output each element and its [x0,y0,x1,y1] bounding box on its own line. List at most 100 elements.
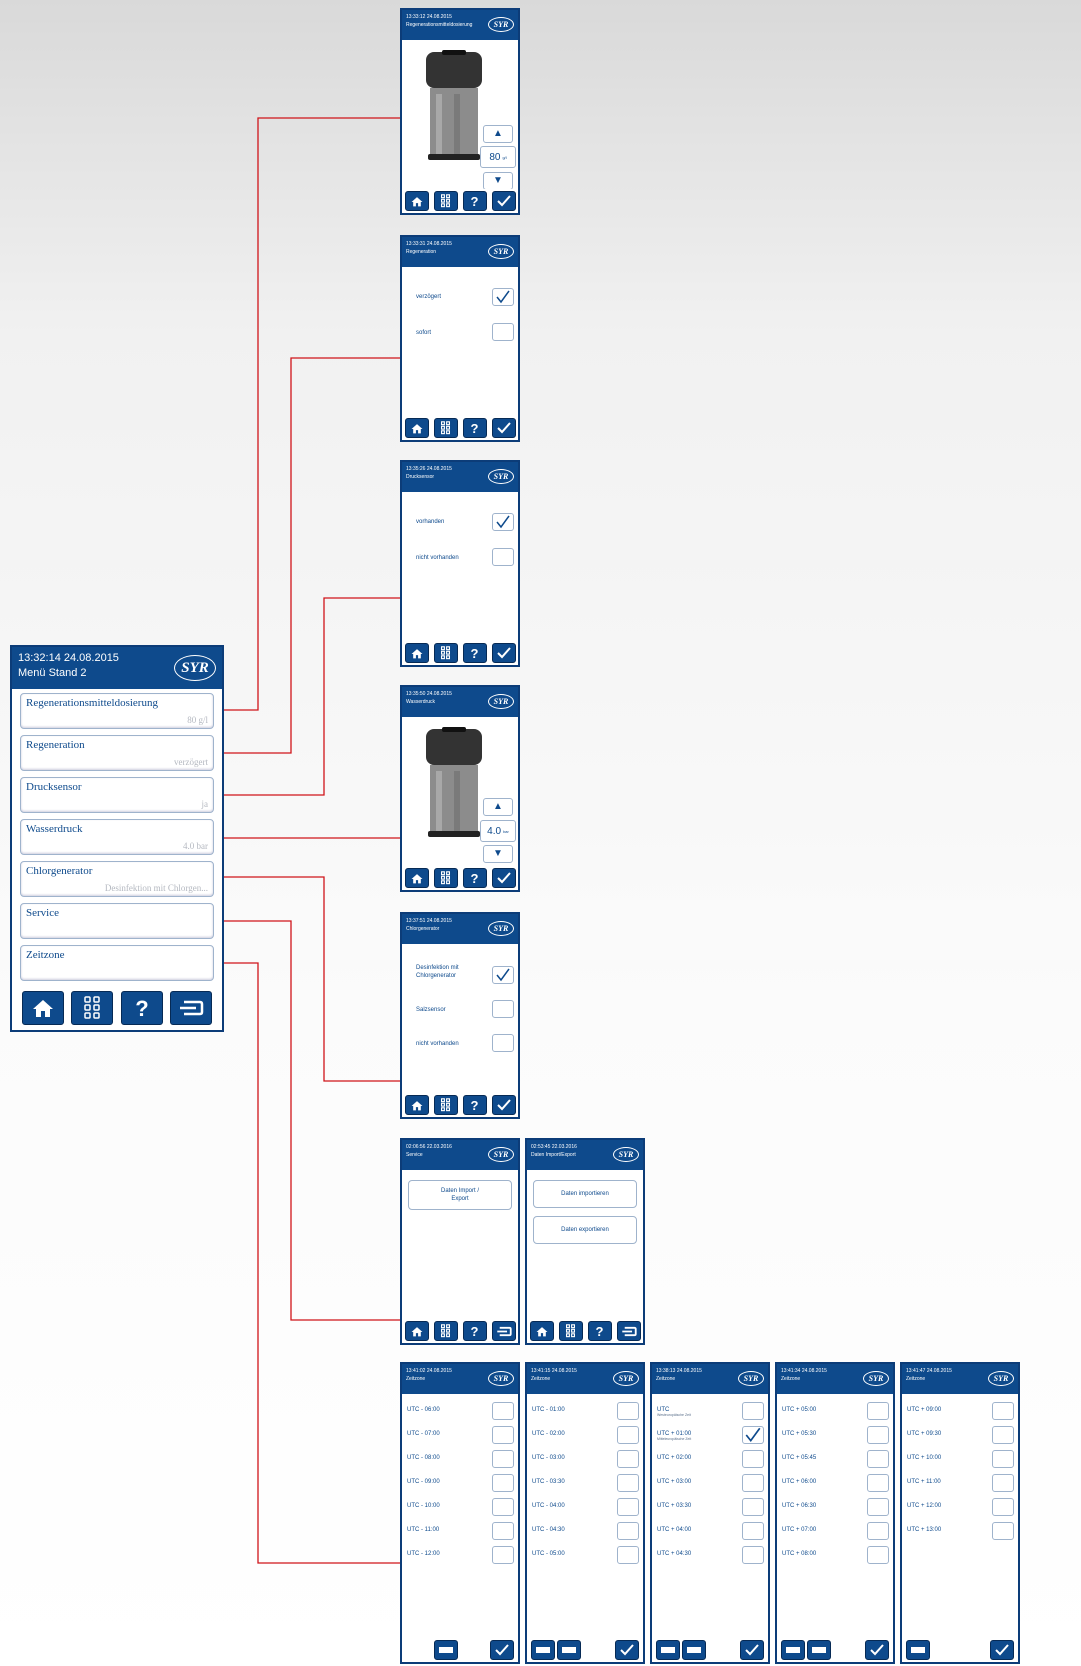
next-page-button[interactable] [807,1640,831,1660]
confirm-button[interactable] [491,643,516,663]
timezone-checkbox[interactable] [742,1498,764,1516]
timezone-checkbox[interactable] [492,1474,514,1492]
timezone-checkbox[interactable] [492,1522,514,1540]
timezone-checkbox[interactable] [867,1450,889,1468]
help-button[interactable]: ? [120,991,163,1025]
help-button[interactable]: ? [462,418,487,438]
menu-item-regeneration[interactable]: Regeneration verzögert [20,735,214,771]
timezone-checkbox[interactable] [992,1498,1014,1516]
timezone-checkbox[interactable] [867,1474,889,1492]
help-button[interactable]: ? [462,1321,487,1341]
timezone-checkbox[interactable] [742,1402,764,1420]
confirm-button[interactable] [740,1640,764,1660]
timezone-checkbox[interactable] [492,1402,514,1420]
option-checkbox[interactable] [492,548,514,566]
option-checkbox[interactable] [492,323,514,341]
home-button[interactable] [404,418,429,438]
timezone-checkbox[interactable] [742,1450,764,1468]
confirm-button[interactable] [990,1640,1014,1660]
confirm-button[interactable] [491,1095,516,1115]
timezone-checkbox[interactable] [992,1426,1014,1444]
home-button[interactable] [404,1321,429,1341]
increase-button[interactable]: ▲ [483,125,513,143]
daten-import-export-button[interactable]: Daten Import / Export [408,1180,512,1210]
confirm-button[interactable] [615,1640,639,1660]
menu-item-zeitzone[interactable]: Zeitzone [20,945,214,981]
option-checkbox[interactable] [492,1000,514,1018]
timezone-checkbox[interactable] [492,1498,514,1516]
confirm-button[interactable] [865,1640,889,1660]
menu-item-drucksensor[interactable]: Drucksensor ja [20,777,214,813]
option-checkbox[interactable] [492,966,514,984]
timezone-checkbox[interactable] [992,1402,1014,1420]
next-page-button[interactable] [682,1640,706,1660]
menu-grid-button[interactable] [433,643,458,663]
timezone-checkbox[interactable] [492,1546,514,1564]
previous-page-button[interactable] [656,1640,680,1660]
timezone-checkbox[interactable] [742,1474,764,1492]
timezone-checkbox[interactable] [617,1498,639,1516]
home-button[interactable] [404,868,429,888]
timezone-checkbox[interactable] [617,1522,639,1540]
confirm-button[interactable] [491,868,516,888]
home-button[interactable] [404,191,429,211]
home-button[interactable] [21,991,64,1025]
timezone-checkbox[interactable] [617,1426,639,1444]
menu-grid-button[interactable] [433,868,458,888]
timezone-checkbox[interactable] [617,1474,639,1492]
option-checkbox[interactable] [492,1034,514,1052]
increase-button[interactable]: ▲ [483,798,513,816]
menu-grid-button[interactable] [433,418,458,438]
menu-item-regenerationsmitteldosierung[interactable]: Regenerationsmitteldosierung 80 g/l [20,693,214,729]
help-button[interactable]: ? [462,191,487,211]
option-checkbox[interactable] [492,288,514,306]
timezone-checkbox[interactable] [492,1426,514,1444]
previous-page-button[interactable] [906,1640,930,1660]
menu-grid-button[interactable] [71,991,114,1025]
previous-page-button[interactable] [531,1640,555,1660]
menu-grid-button[interactable] [433,191,458,211]
timezone-checkbox[interactable] [867,1426,889,1444]
timezone-checkbox[interactable] [867,1522,889,1540]
menu-grid-button[interactable] [433,1321,458,1341]
back-button[interactable] [491,1321,516,1341]
option-checkbox[interactable] [492,513,514,531]
timezone-checkbox[interactable] [742,1546,764,1564]
help-button[interactable]: ? [462,868,487,888]
menu-grid-button[interactable] [558,1321,583,1341]
back-button[interactable] [170,991,213,1025]
timezone-checkbox[interactable] [992,1474,1014,1492]
menu-item-chlorgenerator[interactable]: Chlorgenerator Desinfektion mit Chlorgen… [20,861,214,897]
help-button[interactable]: ? [462,1095,487,1115]
next-page-button[interactable] [557,1640,581,1660]
confirm-button[interactable] [491,418,516,438]
timezone-checkbox[interactable] [992,1450,1014,1468]
help-button[interactable]: ? [462,643,487,663]
confirm-button[interactable] [491,191,516,211]
previous-page-button[interactable] [434,1640,458,1660]
home-button[interactable] [404,643,429,663]
timezone-checkbox[interactable] [742,1426,764,1444]
timezone-checkbox[interactable] [867,1546,889,1564]
menu-item-wasserdruck[interactable]: Wasserdruck 4.0 bar [20,819,214,855]
previous-page-button[interactable] [781,1640,805,1660]
timezone-checkbox[interactable] [617,1546,639,1564]
home-button[interactable] [404,1095,429,1115]
timezone-checkbox[interactable] [867,1498,889,1516]
timezone-checkbox[interactable] [617,1450,639,1468]
timezone-checkbox[interactable] [492,1450,514,1468]
timezone-checkbox[interactable] [867,1402,889,1420]
daten-importieren-button[interactable]: Daten importieren [533,1180,637,1208]
daten-exportieren-button[interactable]: Daten exportieren [533,1216,637,1244]
home-button[interactable] [529,1321,554,1341]
decrease-button[interactable]: ▼ [483,172,513,190]
decrease-button[interactable]: ▼ [483,845,513,863]
menu-item-service[interactable]: Service [20,903,214,939]
menu-grid-button[interactable] [433,1095,458,1115]
back-button[interactable] [616,1321,641,1341]
help-button[interactable]: ? [587,1321,612,1341]
confirm-button[interactable] [490,1640,514,1660]
timezone-checkbox[interactable] [992,1522,1014,1540]
timezone-checkbox[interactable] [742,1522,764,1540]
timezone-checkbox[interactable] [617,1402,639,1420]
